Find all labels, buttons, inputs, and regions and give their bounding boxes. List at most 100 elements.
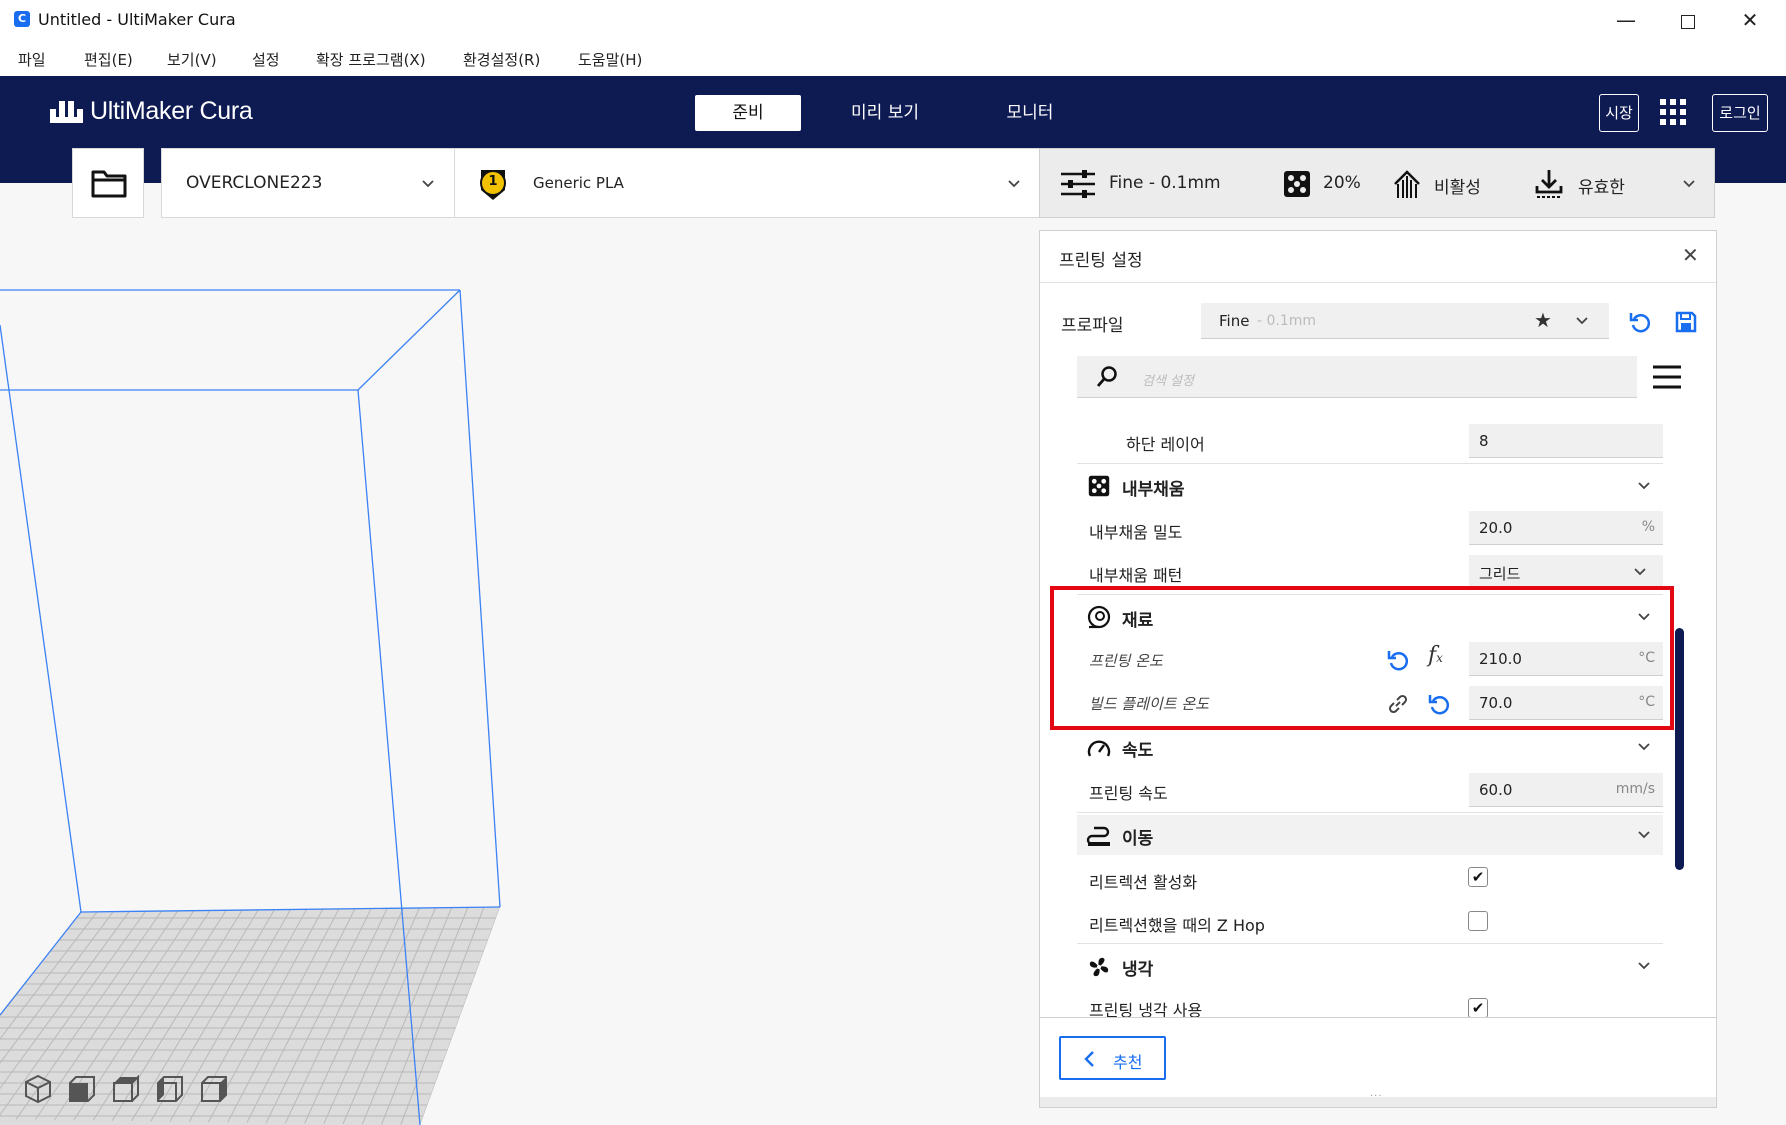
app-icon: C — [14, 11, 30, 27]
view-3d-icon[interactable] — [22, 1073, 54, 1105]
print-speed-field[interactable]: 60.0 mm/s — [1469, 773, 1663, 807]
tab-monitor[interactable]: 모니터 — [980, 95, 1080, 131]
divider — [1040, 282, 1716, 283]
apps-grid-icon[interactable] — [1659, 98, 1687, 126]
category-infill[interactable]: 내부채움 — [1077, 466, 1663, 506]
print-speed-unit: mm/s — [1615, 781, 1655, 797]
infill-density-unit: % — [1641, 519, 1655, 535]
menu-help[interactable]: 도움말(H) — [578, 49, 642, 70]
menu-edit[interactable]: 편집(E) — [84, 49, 133, 70]
infill-pattern-dropdown[interactable]: 그리드 — [1469, 555, 1663, 589]
zhop-label: 리트렉션했을 때의 Z Hop — [1089, 916, 1265, 935]
menu-view[interactable]: 보기(V) — [167, 49, 217, 70]
panel-title: 프린팅 설정 — [1059, 251, 1143, 271]
bottom-layers-value: 8 — [1479, 432, 1489, 450]
view-front-icon[interactable] — [66, 1073, 98, 1105]
view-left-icon[interactable] — [154, 1073, 186, 1105]
support-summary: 비활성 — [1434, 178, 1481, 198]
profile-label: 프로파일 — [1061, 316, 1124, 336]
maximize-button[interactable] — [1657, 0, 1719, 40]
category-speed-label: 속도 — [1122, 741, 1154, 761]
search-settings-input[interactable]: 검색 설정 — [1077, 356, 1637, 398]
cooling-row-clip: 프린팅 냉각 사용 ✔ — [1040, 989, 1700, 1017]
profile-summary: Fine - 0.1mm — [1109, 173, 1221, 193]
star-icon[interactable]: ★ — [1534, 308, 1552, 332]
sliders-icon — [1061, 170, 1095, 198]
infill-icon — [1088, 475, 1110, 497]
chevron-left-icon — [1084, 1051, 1094, 1067]
build-volume-viewport[interactable] — [0, 183, 1040, 1125]
title-bar — [0, 0, 1786, 40]
category-travel[interactable]: 이동 — [1077, 815, 1663, 855]
panel-resize-handle[interactable]: ··· — [1040, 1091, 1716, 1107]
print-settings-summary[interactable]: Fine - 0.1mm 20% 비활성 유효한 — [1039, 148, 1715, 218]
infill-pattern-value: 그리드 — [1479, 565, 1521, 583]
cooling-label: 프린팅 냉각 사용 — [1089, 1001, 1203, 1017]
login-button[interactable]: 로그인 — [1712, 94, 1768, 132]
close-panel-button[interactable]: ✕ — [1682, 243, 1699, 267]
menu-settings[interactable]: 설정 — [252, 49, 280, 70]
print-speed-label: 프린팅 속도 — [1089, 784, 1168, 803]
grip-icon: ··· — [1370, 1091, 1383, 1102]
category-travel-label: 이동 — [1122, 829, 1154, 849]
view-right-icon[interactable] — [198, 1073, 230, 1105]
app-logo-text: UltiMaker Cura — [90, 97, 253, 125]
infill-pattern-label: 내부채움 패턴 — [1089, 566, 1183, 585]
chevron-down-icon — [1638, 962, 1650, 970]
view-top-icon[interactable] — [110, 1073, 142, 1105]
search-icon — [1096, 366, 1117, 387]
chevron-down-icon — [1576, 317, 1588, 325]
fan-icon — [1089, 957, 1109, 977]
menu-preferences[interactable]: 환경설정(R) — [463, 49, 540, 70]
chevron-down-icon — [1634, 568, 1646, 576]
bottom-layers-field[interactable]: 8 — [1469, 424, 1663, 458]
retraction-checkbox[interactable]: ✔ — [1468, 867, 1488, 887]
infill-density-value: 20.0 — [1479, 519, 1513, 537]
divider — [1077, 463, 1663, 464]
adhesion-icon — [1535, 170, 1563, 198]
settings-menu-icon[interactable] — [1652, 364, 1682, 390]
infill-summary: 20% — [1323, 173, 1361, 193]
infill-density-field[interactable]: 20.0% — [1469, 511, 1663, 545]
marketplace-button[interactable]: 시장 — [1599, 94, 1639, 132]
print-speed-value: 60.0 — [1479, 781, 1513, 799]
cooling-checkbox[interactable]: ✔ — [1468, 998, 1488, 1017]
settings-scrollbar[interactable] — [1675, 628, 1684, 870]
recommended-label: 추천 — [1113, 1053, 1143, 1072]
menu-extensions[interactable]: 확장 프로그램(X) — [316, 49, 426, 70]
reset-profile-icon[interactable] — [1628, 310, 1652, 334]
infill-icon — [1284, 171, 1310, 197]
zhop-checkbox[interactable] — [1468, 911, 1488, 931]
chevron-down-icon — [1683, 180, 1695, 188]
minimize-button[interactable]: — — [1595, 0, 1657, 40]
adhesion-summary: 유효한 — [1578, 178, 1625, 198]
ultimaker-logo-icon — [50, 101, 83, 123]
chevron-down-icon — [1638, 482, 1650, 490]
category-cooling[interactable]: 냉각 — [1077, 946, 1663, 986]
category-infill-label: 내부채움 — [1122, 480, 1185, 500]
category-cooling-label: 냉각 — [1122, 960, 1154, 980]
search-placeholder: 검색 설정 — [1142, 374, 1194, 389]
window-title: Untitled - UltiMaker Cura — [38, 10, 236, 29]
speed-gauge-icon — [1087, 740, 1111, 757]
divider — [1077, 943, 1663, 944]
menu-file[interactable]: 파일 — [18, 49, 46, 70]
divider — [1040, 1017, 1716, 1018]
retraction-label: 리트렉션 활성화 — [1089, 873, 1198, 892]
save-profile-icon[interactable] — [1674, 310, 1698, 334]
profile-dropdown[interactable]: Fine - 0.1mm ★ — [1201, 303, 1609, 339]
chevron-down-icon — [1638, 831, 1650, 839]
divider — [1077, 812, 1663, 813]
profile-name: Fine — [1219, 312, 1250, 330]
close-window-button[interactable]: ✕ — [1719, 0, 1781, 40]
highlight-annotation — [1050, 586, 1674, 730]
support-icon — [1394, 170, 1420, 198]
chevron-down-icon — [1638, 743, 1650, 751]
recommended-button[interactable]: 추천 — [1059, 1036, 1166, 1080]
bottom-layers-label: 하단 레이어 — [1126, 435, 1205, 454]
tab-preview[interactable]: 미리 보기 — [830, 95, 940, 131]
infill-density-label: 내부채움 밀도 — [1089, 523, 1183, 542]
category-speed[interactable]: 속도 — [1077, 727, 1663, 767]
profile-layer-height: - 0.1mm — [1257, 313, 1317, 329]
tab-prepare[interactable]: 준비 — [695, 95, 801, 131]
